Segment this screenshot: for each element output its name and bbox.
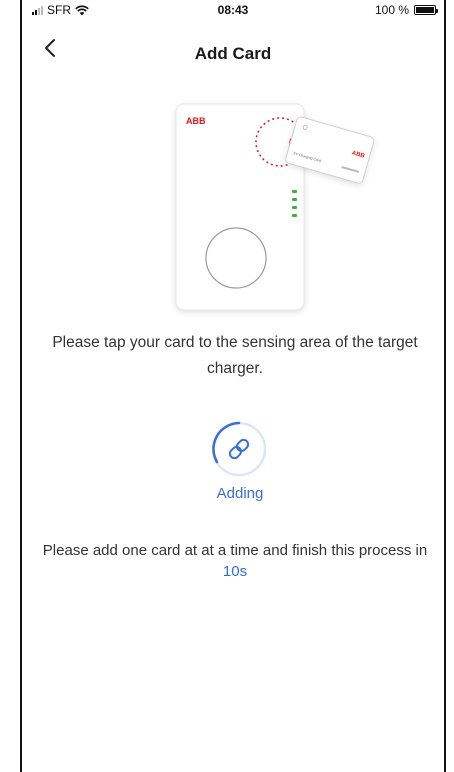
charger-body <box>175 103 305 311</box>
led-indicator <box>292 190 297 193</box>
frame-border-right <box>444 0 446 772</box>
nav-bar: Add Card <box>22 28 444 68</box>
status-bar: SFR 08:43 100 % <box>22 0 444 20</box>
notice-body: Please add one card at at a time and fin… <box>42 542 428 559</box>
charger-illustration-svg: ABB ABB EV Charging Card <box>175 103 375 311</box>
battery-icon <box>414 5 438 15</box>
status-right: 100 % <box>374 3 438 17</box>
phone-screen: SFR 08:43 100 % Add Card ABB ABB EV Char… <box>0 0 454 772</box>
frame-border-left <box>20 0 22 772</box>
time-limit: 10s <box>222 563 248 580</box>
instruction-text: Please tap your card to the sensing area… <box>52 334 418 377</box>
charger-logo: ABB <box>186 116 206 126</box>
link-icon <box>211 421 267 477</box>
notice-text: Please add one card at at a time and fin… <box>40 540 430 582</box>
adding-status-label: Adding <box>216 485 264 502</box>
charger-illustration: ABB ABB EV Charging Card <box>150 98 400 318</box>
battery-percent: 100 % <box>374 3 409 17</box>
page-title: Add Card <box>194 44 272 63</box>
